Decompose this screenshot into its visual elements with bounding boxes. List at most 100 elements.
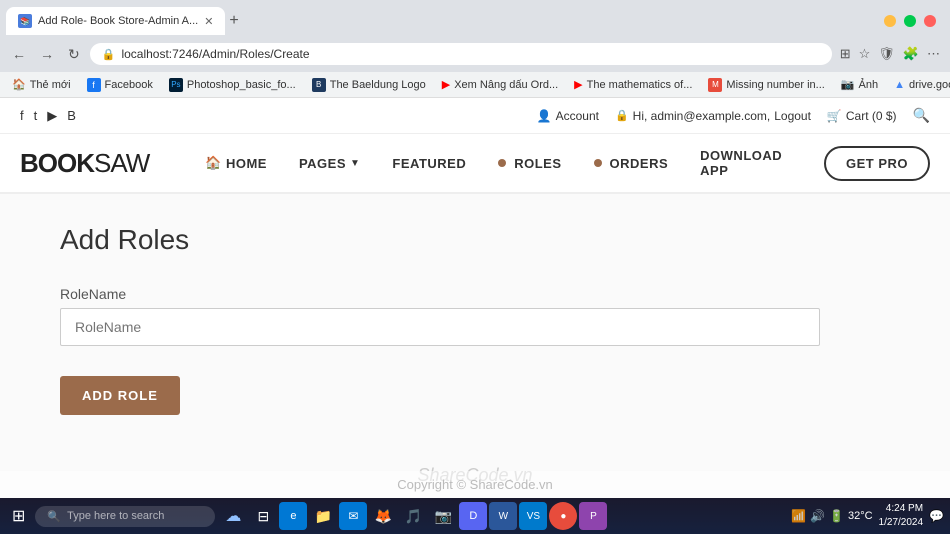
back-button[interactable]: ← [8, 44, 30, 64]
bookmark-icon-new: 🏠 [12, 78, 26, 91]
bookmark-youtube2[interactable]: ▶ The mathematics of... [570, 76, 696, 93]
cloud-icon: ☁ [225, 506, 241, 526]
youtube2-favicon: ▶ [574, 78, 582, 91]
network-icon[interactable]: 📶 [791, 509, 806, 523]
new-tab-button[interactable]: + [229, 12, 238, 30]
browser-chrome: 📚 Add Role- Book Store-Admin A... ✕ + ← … [0, 0, 950, 98]
taskbar-app-music[interactable]: 🎵 [399, 502, 427, 530]
bookmark-icon[interactable]: ☆ [857, 44, 873, 64]
taskbar-apps: ⊟ e 📁 ✉ 🦊 🎵 📷 D W VS ● P [249, 502, 607, 530]
bookmark-facebook[interactable]: f Facebook [83, 76, 157, 94]
window-controls [884, 15, 944, 27]
taskbar-app-record[interactable]: ● [549, 502, 577, 530]
settings-icon[interactable]: ⋯ [925, 44, 942, 64]
behance-social-icon[interactable]: B [67, 108, 76, 124]
site-topbar: f t ▶ B 👤 Account 🔒 Hi, admin@example.co… [0, 98, 950, 134]
url-text: localhost:7246/Admin/Roles/Create [121, 47, 309, 61]
system-tray: 📶 🔊 🔋 32°C [791, 509, 872, 523]
volume-icon[interactable]: 🔊 [810, 509, 825, 523]
window-close[interactable] [924, 15, 936, 27]
forward-button[interactable]: → [36, 44, 58, 64]
drive-favicon: ▲ [894, 79, 905, 91]
active-tab[interactable]: 📚 Add Role- Book Store-Admin A... ✕ [6, 7, 225, 35]
nav-roles[interactable]: ROLES [482, 133, 577, 193]
nav-orders[interactable]: ORDERS [578, 133, 685, 193]
pages-dropdown-icon: ▼ [350, 158, 360, 169]
window-minimize[interactable] [884, 15, 896, 27]
tab-favicon: 📚 [18, 14, 32, 28]
taskbar-search-icon: 🔍 [47, 510, 61, 523]
taskbar-app-purple[interactable]: P [579, 502, 607, 530]
account-icon: 👤 [537, 109, 552, 123]
address-bar-row: ← → ↻ 🔒 localhost:7246/Admin/Roles/Creat… [0, 36, 950, 72]
youtube-social-icon[interactable]: ▶ [47, 108, 57, 124]
rolename-input[interactable] [60, 308, 820, 346]
facebook-social-icon[interactable]: f [20, 108, 24, 124]
page-title: Add Roles [60, 224, 890, 256]
copyright-footer: Copyright © ShareCode.vn [0, 471, 950, 498]
bookmark-photos[interactable]: 📷 Ảnh [837, 76, 882, 93]
refresh-button[interactable]: ↻ [64, 44, 84, 65]
taskbar-app-word[interactable]: W [489, 502, 517, 530]
taskbar-search-box[interactable]: 🔍 Type here to search [35, 506, 215, 527]
bookmark-new[interactable]: 🏠 Thẻ mới [8, 76, 75, 93]
hi-admin-text: 🔒 Hi, admin@example.com, Logout [615, 109, 811, 123]
taskbar-app-discord[interactable]: D [459, 502, 487, 530]
nav-featured[interactable]: FEATURED [376, 133, 482, 193]
taskbar-app-edge[interactable]: e [279, 502, 307, 530]
shield-icon[interactable]: 🛡 [876, 44, 897, 64]
twitter-social-icon[interactable]: t [34, 108, 38, 124]
temperature-text: 32°C [848, 510, 873, 522]
translate-icon[interactable]: ⊞ [838, 44, 853, 64]
add-role-button[interactable]: ADD ROLE [60, 376, 180, 415]
taskbar-app-vscode[interactable]: VS [519, 502, 547, 530]
social-links: f t ▶ B [20, 108, 76, 124]
address-bar[interactable]: 🔒 localhost:7246/Admin/Roles/Create [90, 43, 832, 65]
bookmark-baeldung[interactable]: B The Baeldung Logo [308, 76, 430, 94]
topbar-links: 👤 Account 🔒 Hi, admin@example.com, Logou… [537, 107, 930, 124]
bookmark-photoshop[interactable]: Ps Photoshop_basic_fo... [165, 76, 300, 94]
notification-icon[interactable]: 💬 [929, 509, 944, 523]
photoshop-favicon: Ps [169, 78, 183, 92]
taskbar-app-files[interactable]: 📁 [309, 502, 337, 530]
page-content: Add Roles RoleName ADD ROLE ShareCode.vn [0, 194, 950, 498]
taskbar-app-taskview[interactable]: ⊟ [249, 502, 277, 530]
taskbar-app-firefox[interactable]: 🦊 [369, 502, 397, 530]
start-button[interactable]: ⊞ [6, 502, 31, 530]
tab-title: Add Role- Book Store-Admin A... [38, 15, 198, 27]
missing-favicon: M [708, 78, 722, 92]
nav-home[interactable]: 🏠 HOME [189, 133, 283, 193]
youtube-favicon: ▶ [442, 78, 450, 91]
roles-circle-icon [498, 159, 506, 167]
battery-icon[interactable]: 🔋 [829, 509, 844, 523]
orders-circle-icon [594, 159, 602, 167]
photos-favicon: 📷 [841, 78, 855, 91]
baeldung-favicon: B [312, 78, 326, 92]
time-display[interactable]: 4:24 PM 1/27/2024 [879, 502, 924, 530]
nav-links: 🏠 HOME PAGES ▼ FEATURED ROLES ORDERS DOW… [189, 133, 824, 193]
search-icon[interactable]: 🔍 [913, 107, 930, 124]
taskbar-app-camera[interactable]: 📷 [429, 502, 457, 530]
bookmark-drive[interactable]: ▲ drive.google.com [890, 77, 950, 93]
nav-pages[interactable]: PAGES ▼ [283, 133, 376, 193]
bookmarks-bar: 🏠 Thẻ mới f Facebook Ps Photoshop_basic_… [0, 72, 950, 98]
cart-icon: 🛒 [827, 109, 842, 123]
get-pro-button[interactable]: GET PRO [824, 146, 930, 181]
taskbar: ⊞ 🔍 Type here to search ☁ ⊟ e 📁 ✉ 🦊 🎵 📷 … [0, 498, 950, 534]
tab-bar: 📚 Add Role- Book Store-Admin A... ✕ + [0, 0, 950, 36]
nav-download-app[interactable]: DOWNLOAD APP [684, 133, 824, 193]
taskbar-app-email[interactable]: ✉ [339, 502, 367, 530]
home-nav-icon: 🏠 [205, 155, 222, 171]
main-navigation: BOOKSAW 🏠 HOME PAGES ▼ FEATURED ROLES OR… [0, 134, 950, 194]
account-link[interactable]: 👤 Account [537, 109, 599, 123]
site-wrapper: f t ▶ B 👤 Account 🔒 Hi, admin@example.co… [0, 98, 950, 498]
window-maximize[interactable] [904, 15, 916, 27]
bookmark-youtube1[interactable]: ▶ Xem Nâng dấu Ord... [438, 76, 562, 93]
lock-icon: 🔒 [615, 109, 629, 122]
bookmark-missing[interactable]: M Missing number in... [704, 76, 828, 94]
site-logo[interactable]: BOOKSAW [20, 148, 149, 179]
tab-close-button[interactable]: ✕ [204, 15, 213, 28]
cart-link[interactable]: 🛒 Cart (0 $) [827, 109, 897, 123]
facebook-favicon: f [87, 78, 101, 92]
extensions-icon[interactable]: 🧩 [901, 44, 921, 64]
